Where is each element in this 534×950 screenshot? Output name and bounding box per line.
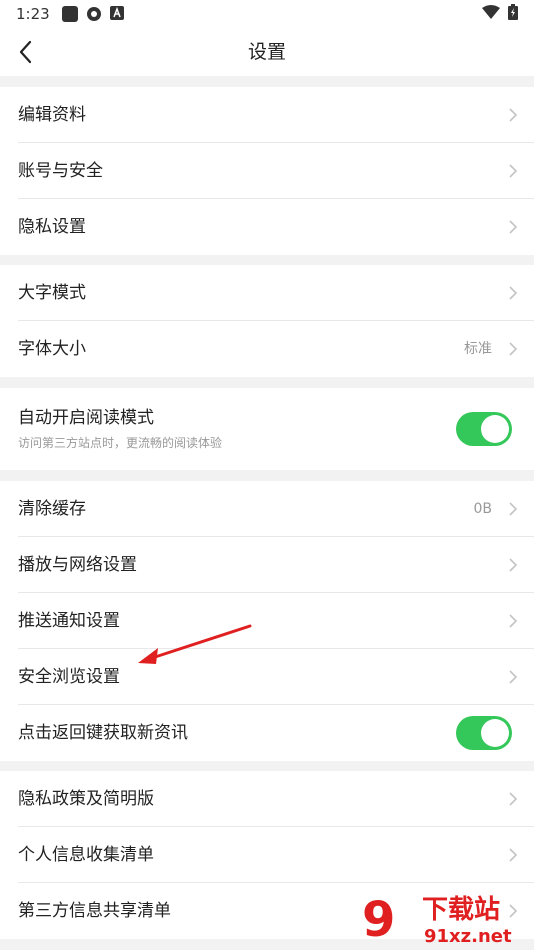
setting-label: 安全浏览设置 [18,667,120,687]
top-bar: 设置 [0,28,534,76]
status-time: 1:23 [16,5,50,23]
settings-group-reading: 自动开启阅读模式 访问第三方站点时，更流畅的阅读体验 [0,388,534,470]
setting-privacy[interactable]: 隐私设置 [18,199,534,255]
setting-clear-cache[interactable]: 清除缓存 0B [18,481,534,537]
settings-group-display: 大字模式 字体大小 标准 [0,265,534,377]
annotation-arrow-icon [138,624,252,664]
a-badge-icon [109,6,126,22]
setting-push-notifications[interactable]: 推送通知设置 [18,593,534,649]
chevron-right-icon [509,670,518,684]
settings-group-general: 清除缓存 0B 播放与网络设置 推送通知设置 安全浏览设置 点击返回键获取新资讯 [0,481,534,761]
watermark-logo: 9 下载站 91xz.net [362,888,532,948]
chevron-right-icon [509,220,518,234]
setting-playback-network[interactable]: 播放与网络设置 [18,537,534,593]
setting-privacy-policy[interactable]: 隐私政策及简明版 [18,771,534,827]
setting-label: 大字模式 [18,283,86,303]
back-key-refresh-toggle[interactable] [456,716,512,750]
setting-label: 隐私设置 [18,217,86,237]
setting-account-security[interactable]: 账号与安全 [18,143,534,199]
chevron-right-icon [509,848,518,862]
app-notification-icon [61,6,78,22]
chevron-right-icon [509,108,518,122]
setting-label: 个人信息收集清单 [18,845,154,865]
setting-value: 0B [473,501,492,517]
chevron-right-icon [509,164,518,178]
setting-large-font-mode[interactable]: 大字模式 [18,265,534,321]
setting-personal-info-list[interactable]: 个人信息收集清单 [18,827,534,883]
setting-label: 点击返回键获取新资讯 [18,723,188,743]
chevron-right-icon [509,614,518,628]
setting-label: 清除缓存 [18,499,86,519]
setting-label: 自动开启阅读模式 [18,408,154,428]
settings-group-account: 编辑资料 账号与安全 隐私设置 [0,87,534,255]
aperture-icon [86,6,102,22]
setting-back-key-refresh: 点击返回键获取新资讯 [18,705,534,761]
chevron-right-icon [509,342,518,356]
chevron-right-icon [509,286,518,300]
setting-safe-browsing[interactable]: 安全浏览设置 [18,649,534,705]
setting-label: 第三方信息共享清单 [18,901,171,921]
setting-label: 账号与安全 [18,161,103,181]
setting-font-size[interactable]: 字体大小 标准 [18,321,534,377]
setting-label: 编辑资料 [18,105,86,125]
svg-text:9: 9 [362,892,395,948]
chevron-right-icon [509,792,518,806]
auto-reading-mode-toggle[interactable] [456,412,512,446]
setting-label: 播放与网络设置 [18,555,137,575]
setting-auto-reading-mode: 自动开启阅读模式 访问第三方站点时，更流畅的阅读体验 [18,388,534,470]
status-bar: 1:23 [0,0,534,28]
setting-label: 隐私政策及简明版 [18,789,154,809]
battery-icon [508,4,518,24]
page-title: 设置 [247,41,286,63]
setting-value: 标准 [464,341,492,357]
chevron-right-icon [509,502,518,516]
setting-label: 字体大小 [18,339,86,359]
svg-text:91xz.net: 91xz.net [424,926,512,947]
svg-text:下载站: 下载站 [422,895,500,925]
chevron-right-icon [509,558,518,572]
setting-label: 推送通知设置 [18,611,120,631]
wifi-icon [482,5,500,23]
setting-edit-profile[interactable]: 编辑资料 [18,87,534,143]
setting-description: 访问第三方站点时，更流畅的阅读体验 [18,436,223,450]
